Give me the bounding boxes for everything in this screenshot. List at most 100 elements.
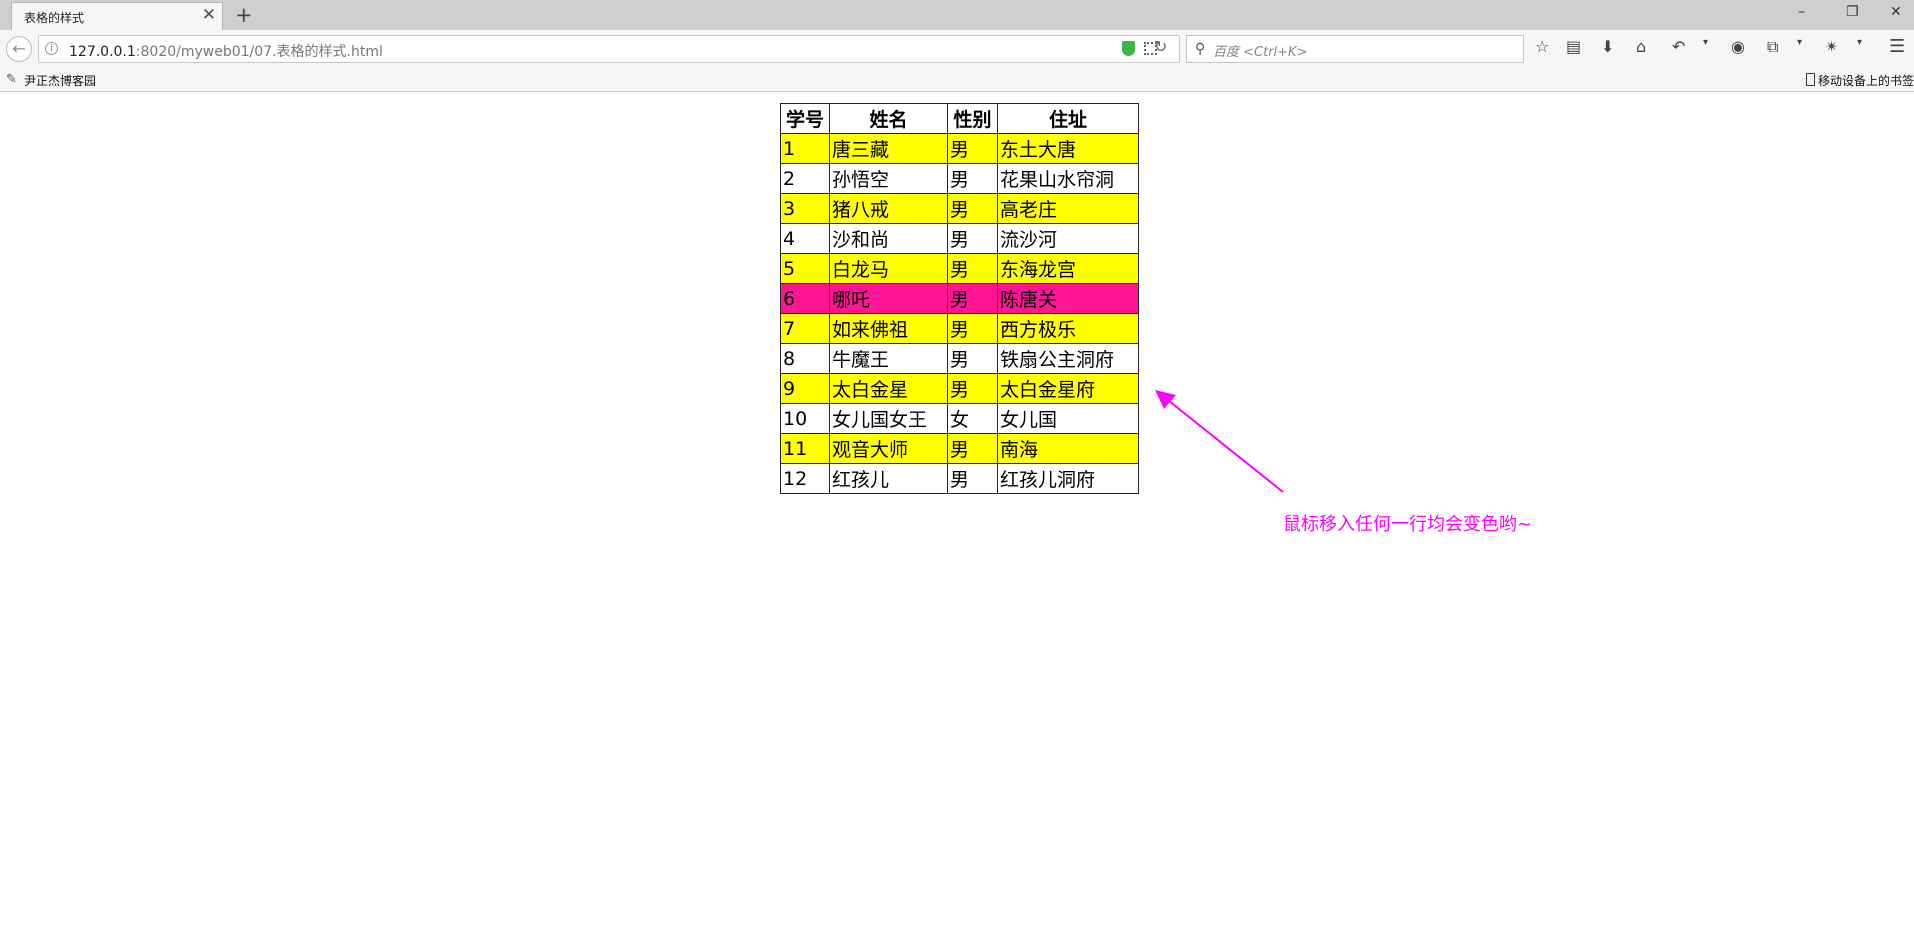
cell-name: 沙和尚 (829, 223, 948, 254)
cell-id: 6 (780, 283, 830, 314)
tab-close-icon[interactable]: ✕ (202, 6, 216, 24)
annotation-text: 鼠标移入任何一行均会变色哟~ (1283, 514, 1533, 535)
cell-address: 铁扇公主洞府 (997, 343, 1139, 374)
table-row[interactable]: 11 观音大师男南海 (780, 433, 1139, 464)
cell-name: 哪吒 (829, 283, 948, 314)
cell-address: 流沙河 (997, 223, 1139, 254)
close-window-button[interactable]: ✕ (1890, 4, 1902, 20)
cell-id: 1 (780, 133, 830, 164)
cell-name: 唐三藏 (829, 133, 948, 164)
tab-bar: 表格的样式 ✕ + – ❐ ✕ (0, 0, 1914, 30)
cell-gender: 男 (947, 193, 998, 224)
cell-id: 11 (780, 433, 830, 464)
download-icon[interactable]: ⬇ (1601, 37, 1614, 56)
restore-button[interactable]: ❐ (1846, 4, 1859, 20)
extension-icon[interactable]: ✴ (1825, 37, 1838, 56)
cell-id: 9 (780, 373, 830, 404)
cell-id: 3 (780, 193, 830, 224)
url-host: 127.0.0.1 (69, 44, 136, 60)
table-row[interactable]: 10 女儿国女王女女儿国 (780, 403, 1139, 434)
cell-gender: 男 (947, 313, 998, 344)
mobile-bookmarks[interactable]: 移动设备上的书签 (1806, 72, 1914, 89)
cell-id: 2 (780, 163, 830, 194)
table-row[interactable]: 1 唐三藏男东土大唐 (780, 133, 1139, 164)
bookmark-star-icon[interactable]: ☆ (1535, 37, 1549, 56)
cell-id: 4 (780, 223, 830, 254)
cell-name: 牛魔王 (829, 343, 948, 374)
cell-name: 猪八戒 (829, 193, 948, 224)
table-header-row: 学号 姓名 性别 住址 (780, 103, 1139, 134)
table-row[interactable]: 2 孙悟空男花果山水帘洞 (780, 163, 1139, 194)
table-row[interactable]: 6 哪吒男陈唐关 (780, 283, 1139, 314)
menu-icon[interactable]: ☰ (1889, 36, 1905, 57)
url-text: 127.0.0.1:8020/myweb01/07.表格的样式.html (69, 41, 383, 61)
cell-gender: 男 (947, 253, 998, 284)
cell-address: 女儿国 (997, 403, 1139, 434)
navigation-bar: ← i 127.0.0.1:8020/myweb01/07.表格的样式.html… (0, 30, 1914, 68)
annotation-arrow (1155, 390, 1284, 493)
page-content: 学号 姓名 性别 住址 1 唐三藏男东土大唐 2 孙悟空男花果山水帘洞 3 猪八戒男高老庄… (0, 92, 1914, 925)
bookmark-item[interactable]: 尹正杰博客园 (24, 72, 96, 89)
search-placeholder: 百度 <Ctrl+K> (1213, 45, 1308, 60)
header-gender: 性别 (947, 103, 998, 134)
cell-name: 红孩儿 (829, 463, 948, 494)
cell-id: 12 (780, 463, 830, 494)
info-icon[interactable]: i (45, 42, 58, 55)
search-icon: ⚲ (1195, 41, 1206, 57)
shield-icon[interactable] (1122, 41, 1135, 56)
crop-dropdown-icon[interactable]: ▾ (1797, 37, 1802, 48)
table-row[interactable]: 7 如来佛祖男西方极乐 (780, 313, 1139, 344)
cell-id: 7 (780, 313, 830, 344)
tab-title: 表格的样式 (24, 11, 85, 25)
undo-dropdown-icon[interactable]: ▾ (1703, 37, 1708, 48)
cell-id: 8 (780, 343, 830, 374)
url-bar[interactable]: i 127.0.0.1:8020/myweb01/07.表格的样式.html (38, 35, 1180, 63)
cell-name: 观音大师 (829, 433, 948, 464)
table-row[interactable]: 9 太白金星男太白金星府 (780, 373, 1139, 404)
mobile-icon (1806, 73, 1815, 86)
cell-name: 太白金星 (829, 373, 948, 404)
header-id: 学号 (780, 103, 830, 134)
cell-gender: 女 (947, 403, 998, 434)
table-row[interactable]: 3 猪八戒男高老庄 (780, 193, 1139, 224)
table-row[interactable]: 4 沙和尚男流沙河 (780, 223, 1139, 254)
cell-gender: 男 (947, 163, 998, 194)
cell-name: 白龙马 (829, 253, 948, 284)
table-row[interactable]: 12 红孩儿男红孩儿洞府 (780, 463, 1139, 494)
cell-name: 孙悟空 (829, 163, 948, 194)
tab-active[interactable]: 表格的样式 ✕ (11, 2, 223, 30)
cell-address: 东土大唐 (997, 133, 1139, 164)
minimize-button[interactable]: – (1798, 4, 1805, 20)
cell-gender: 男 (947, 343, 998, 374)
cell-address: 西方极乐 (997, 313, 1139, 344)
cell-gender: 男 (947, 373, 998, 404)
student-table: 学号 姓名 性别 住址 1 唐三藏男东土大唐 2 孙悟空男花果山水帘洞 3 猪八戒男高老庄… (780, 103, 1139, 494)
chat-icon[interactable]: ◉ (1731, 37, 1745, 56)
bookmarks-bar: ✎ 尹正杰博客园 移动设备上的书签 (0, 68, 1914, 92)
cell-id: 10 (780, 403, 830, 434)
cell-address: 南海 (997, 433, 1139, 464)
cell-gender: 男 (947, 433, 998, 464)
reload-icon[interactable]: ↻ (1154, 37, 1167, 56)
cell-address: 东海龙宫 (997, 253, 1139, 284)
table-row[interactable]: 5 白龙马男东海龙宫 (780, 253, 1139, 284)
table-row[interactable]: 8 牛魔王男铁扇公主洞府 (780, 343, 1139, 374)
cell-gender: 男 (947, 283, 998, 314)
cell-name: 女儿国女王 (829, 403, 948, 434)
crop-icon[interactable]: ⧉ (1767, 37, 1778, 57)
extension-dropdown-icon[interactable]: ▾ (1857, 37, 1862, 48)
undo-icon[interactable]: ↶ (1672, 37, 1685, 56)
back-button[interactable]: ← (6, 36, 32, 62)
new-tab-button[interactable]: + (235, 2, 253, 28)
mobile-bookmarks-label: 移动设备上的书签 (1818, 74, 1914, 88)
header-address: 住址 (997, 103, 1139, 134)
cell-gender: 男 (947, 223, 998, 254)
cell-address: 红孩儿洞府 (997, 463, 1139, 494)
cell-address: 高老庄 (997, 193, 1139, 224)
cell-address: 花果山水帘洞 (997, 163, 1139, 194)
header-name: 姓名 (829, 103, 948, 134)
search-bar[interactable]: ⚲ 百度 <Ctrl+K> (1186, 35, 1524, 63)
cell-id: 5 (780, 253, 830, 284)
home-icon[interactable]: ⌂ (1636, 37, 1646, 56)
reading-list-icon[interactable]: ▤ (1566, 37, 1581, 56)
